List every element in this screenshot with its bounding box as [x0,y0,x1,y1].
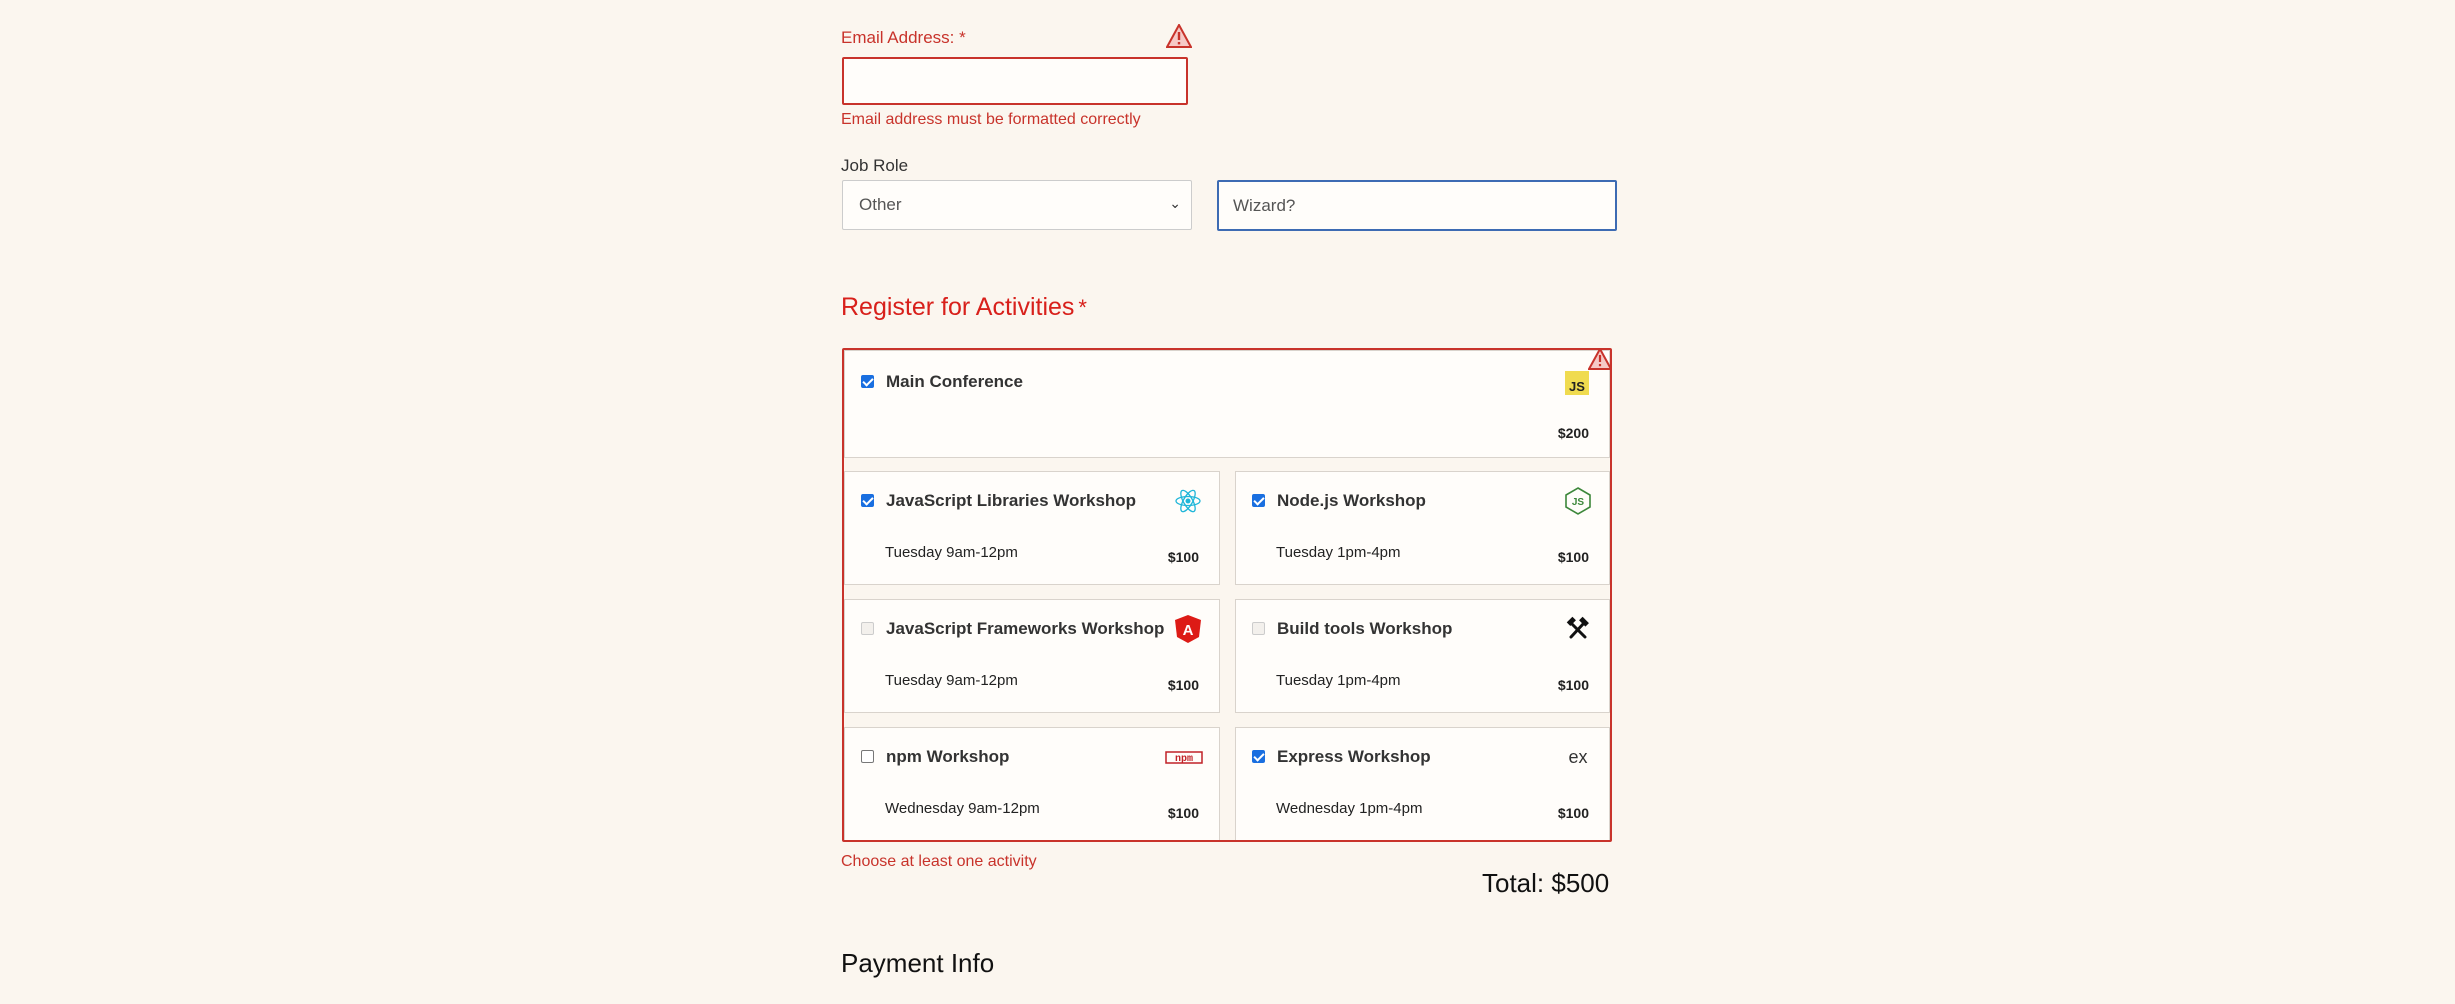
activities-error-message: Choose at least one activity [841,853,1037,870]
activity-price: $200 [1557,425,1589,441]
activity-time: Tuesday 9am-12pm [885,544,1018,561]
job-role-label: Job Role [841,156,909,175]
activity-checkbox[interactable] [861,375,874,388]
email-label: Email Address: * [841,28,966,47]
js-icon: JS [1565,371,1589,395]
activities-box: Main Conference JS $200 JavaScript Libra… [842,348,1612,842]
svg-text:A: A [1183,622,1194,639]
activity-time: Tuesday 9am-12pm [885,672,1018,689]
email-input[interactable] [842,57,1188,105]
activity-price: $100 [1557,677,1589,693]
activities-total: Total: $500 [1482,868,1610,898]
express-icon: ex [1568,747,1587,767]
activity-price: $100 [1557,549,1589,565]
warning-icon [1588,348,1612,370]
job-role-select[interactable]: Other ⌄ [842,180,1192,230]
activity-js-frameworks[interactable]: JavaScript Frameworks Workshop A Tuesday… [844,599,1220,713]
activity-nodejs[interactable]: Node.js Workshop JS Tuesday 1pm-4pm $100 [1235,471,1610,585]
activity-build-tools[interactable]: Build tools Workshop Tuesday 1pm-4pm $10… [1235,599,1610,713]
warning-icon [1166,24,1192,48]
activity-checkbox[interactable] [861,622,874,635]
activity-title: Main Conference [886,372,1023,391]
activity-title: Express Workshop [1277,747,1431,766]
npm-icon: npm [1165,751,1203,765]
activities-title-text: Register for Activities [841,293,1075,321]
activities-title: Register for Activities * [841,293,1087,322]
activity-title: JavaScript Frameworks Workshop [886,619,1165,638]
build-tools-icon [1566,616,1589,639]
activity-time: Wednesday 9am-12pm [885,800,1040,817]
activity-checkbox[interactable] [1252,750,1265,763]
activity-checkbox[interactable] [861,750,874,763]
react-icon [1175,489,1201,513]
job-role-selected-value: Other [859,195,902,214]
activity-time: Tuesday 1pm-4pm [1276,544,1401,561]
chevron-down-icon: ⌄ [1169,195,1181,211]
activity-js-libraries[interactable]: JavaScript Libraries Workshop Tuesday 9a… [844,471,1220,585]
activity-time: Tuesday 1pm-4pm [1276,672,1401,689]
activity-price: $100 [1167,805,1199,821]
svg-text:npm: npm [1175,754,1193,765]
activity-title: Node.js Workshop [1277,491,1426,510]
angular-icon: A [1175,615,1201,643]
activity-express[interactable]: Express Workshop ex Wednesday 1pm-4pm $1… [1235,727,1610,840]
svg-text:JS: JS [1572,497,1585,508]
required-marker: * [1078,295,1087,320]
activity-price: $100 [1167,677,1199,693]
activity-time: Wednesday 1pm-4pm [1276,800,1423,817]
activity-title: JavaScript Libraries Workshop [886,491,1137,510]
activity-checkbox[interactable] [861,494,874,507]
activity-checkbox[interactable] [1252,622,1265,635]
svg-text:JS: JS [1569,379,1585,394]
activity-title: npm Workshop [886,747,1010,766]
activity-checkbox[interactable] [1252,494,1265,507]
activity-price: $100 [1167,549,1199,565]
email-error-message: Email address must be formatted correctl… [841,111,1141,128]
payment-info-title: Payment Info [841,948,995,978]
svg-text:ex: ex [1568,747,1587,767]
nodejs-icon: JS [1565,487,1591,515]
activity-main-conference[interactable]: Main Conference JS $200 [844,350,1610,458]
activity-title: Build tools Workshop [1277,619,1453,638]
other-job-role-input[interactable]: Wizard? [1217,180,1617,231]
activity-price: $100 [1557,805,1589,821]
activity-npm[interactable]: npm Workshop npm Wednesday 9am-12pm $100 [844,727,1220,840]
